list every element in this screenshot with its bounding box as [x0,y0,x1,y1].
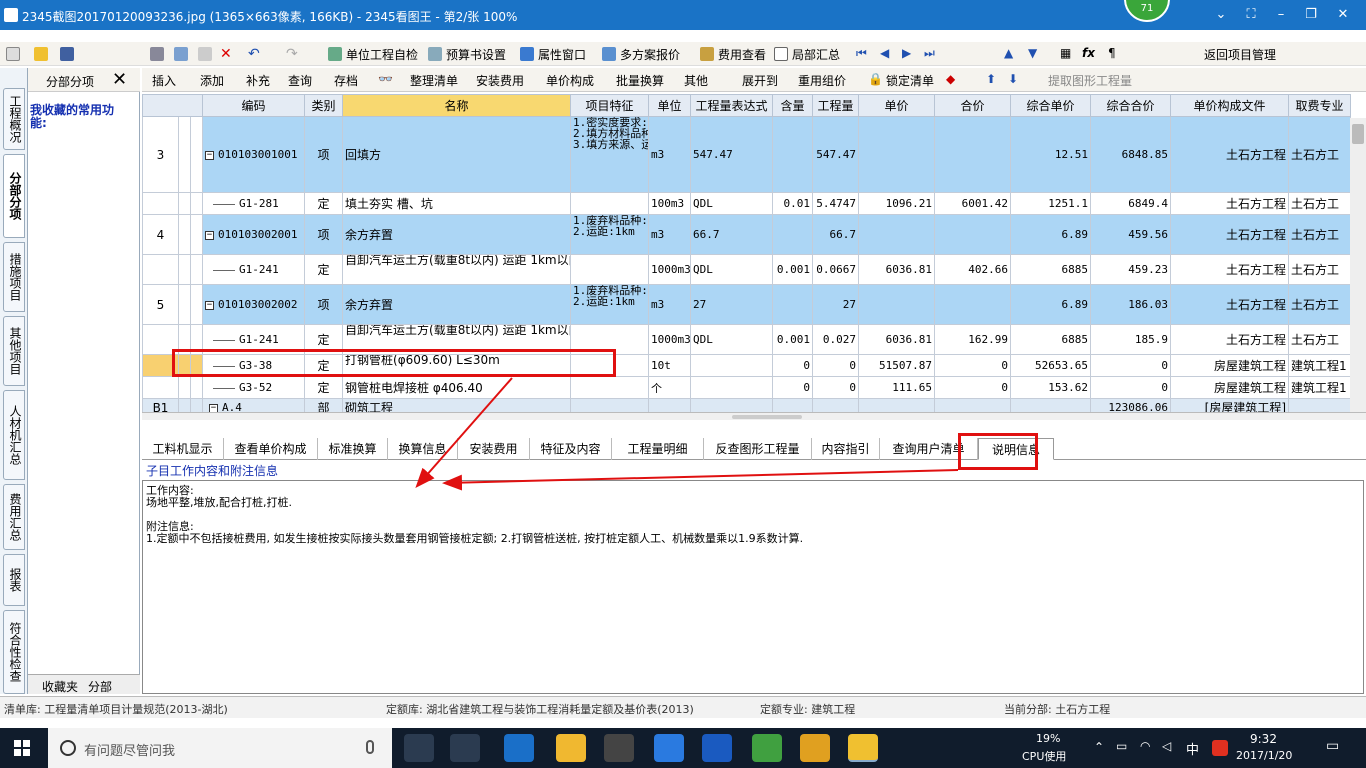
tray-arrow-icon[interactable]: ⌃ [1094,740,1104,754]
status-quota-spec: 定额专业: 建筑工程 [760,703,856,716]
status-quota-lib: 定额库: 湖北省建筑工程与装饰工程消耗量定额及基价表(2013) [386,703,694,716]
app-g2-icon[interactable] [702,734,732,762]
cortana-icon [60,740,76,756]
cpu-percent: 19% [1036,732,1061,745]
store-icon[interactable] [604,734,634,762]
mic-icon[interactable] [366,740,374,754]
taskbar: 有问题尽管问我 19% CPU使用 ⌃ ▭ ◠ ◁ 中 9:32 2017/1/… [0,728,1366,768]
network-icon[interactable]: ▭ [1116,739,1127,753]
edge-icon[interactable] [504,734,534,762]
sogou-icon[interactable] [1212,740,1228,756]
annotation-arrows [415,377,959,491]
taskbar-search[interactable]: 有问题尽管问我 [48,728,392,768]
status-bar: 清单库: 工程量清单项目计量规范(2013-湖北) 定额库: 湖北省建筑工程与装… [0,696,1366,718]
app-green-icon[interactable] [752,734,782,762]
status-current-section: 当前分部: 土石方工程 [1004,703,1111,716]
app-notes-icon[interactable] [800,734,830,762]
task-view-icon[interactable] [404,734,434,762]
explorer-icon[interactable] [556,734,586,762]
wifi-icon[interactable]: ◠ [1140,739,1150,753]
search-placeholder: 有问题尽管问我 [84,744,176,759]
app-g1-icon[interactable] [654,734,684,762]
status-list-lib: 清单库: 工程量清单项目计量规范(2013-湖北) [4,703,228,716]
clock-date: 2017/1/20 [1236,749,1293,762]
image-viewer-icon[interactable] [848,734,878,762]
browser-2345-icon[interactable] [450,734,480,762]
ime-language[interactable]: 中 [1186,739,1199,758]
clock-time: 9:32 [1250,732,1277,746]
windows-start-icon[interactable] [14,740,30,756]
notification-icon[interactable]: ▭ [1326,738,1339,754]
cpu-label: CPU使用 [1022,750,1067,763]
volume-icon[interactable]: ◁ [1162,739,1171,753]
